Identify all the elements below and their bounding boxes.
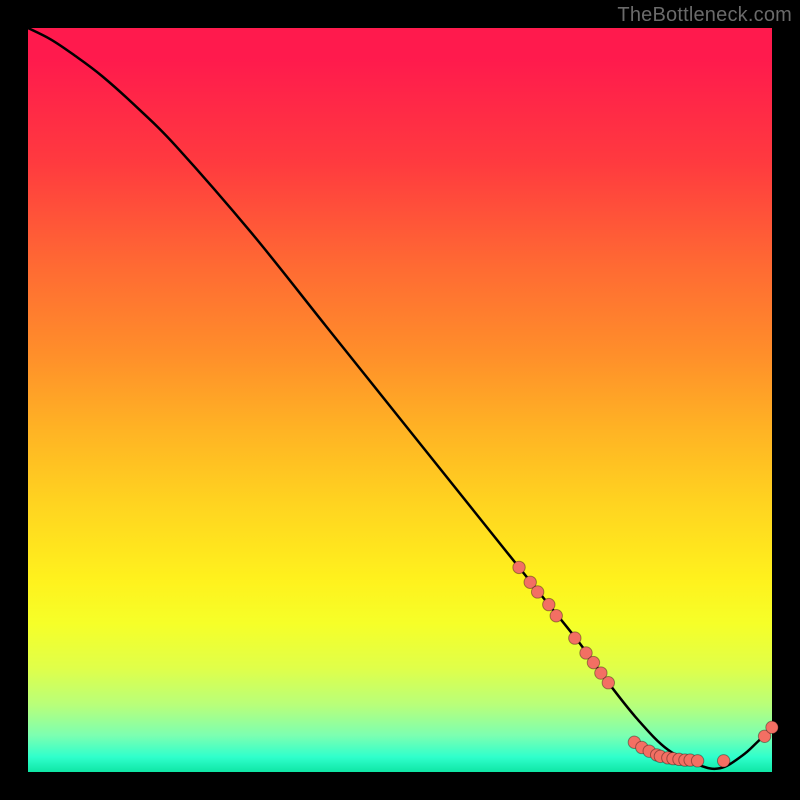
bottleneck-curve (28, 28, 772, 769)
chart-stage: TheBottleneck.com (0, 0, 800, 800)
data-marker (766, 721, 778, 733)
data-marker (602, 677, 614, 689)
data-marker (531, 586, 543, 598)
data-marker (543, 598, 555, 610)
data-marker (550, 610, 562, 622)
data-marker (691, 755, 703, 767)
data-marker (587, 656, 599, 668)
marker-layer (513, 561, 778, 767)
data-marker (513, 561, 525, 573)
data-marker (717, 755, 729, 767)
plot-area (28, 28, 772, 772)
watermark-text: TheBottleneck.com (617, 4, 792, 27)
data-marker (569, 632, 581, 644)
chart-svg (28, 28, 772, 772)
